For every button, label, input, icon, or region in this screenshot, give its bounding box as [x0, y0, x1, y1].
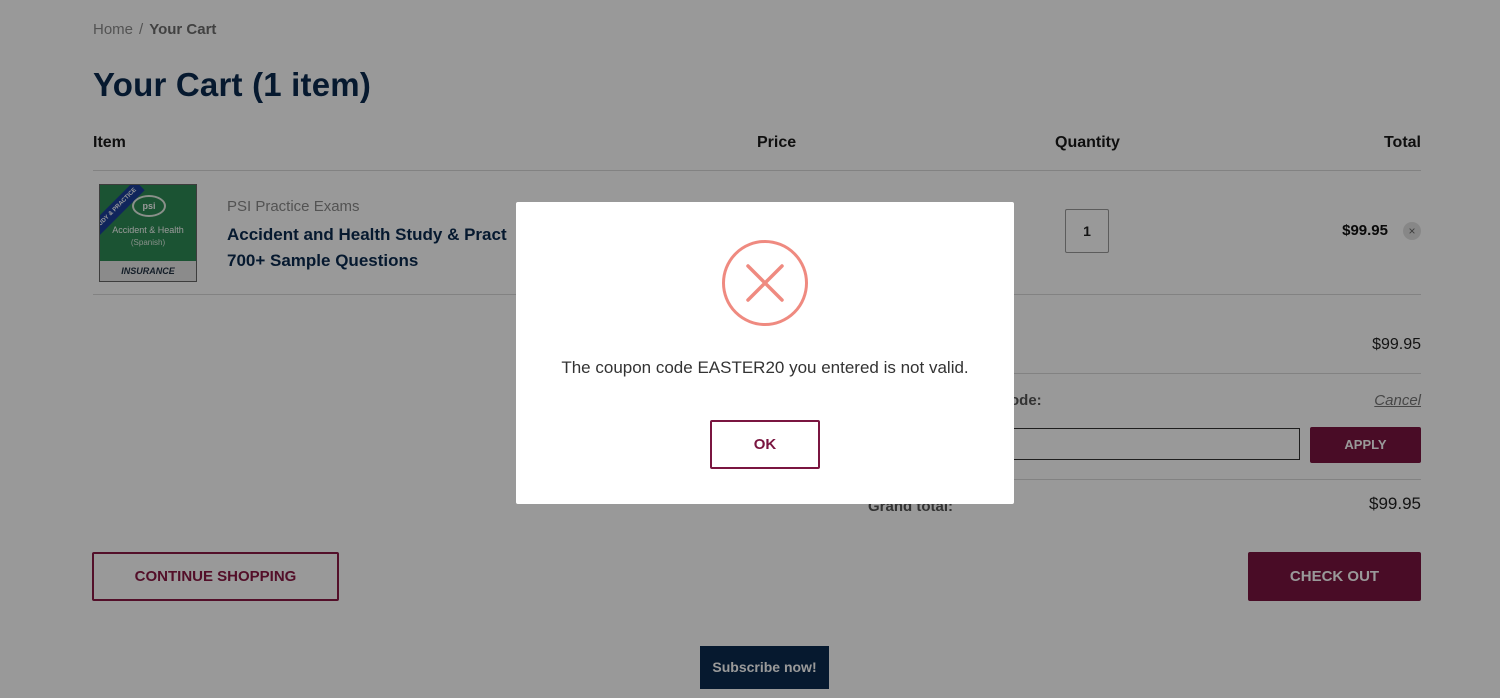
ok-button[interactable]: OK — [710, 420, 820, 469]
error-x-icon — [722, 240, 808, 326]
dialog-message: The coupon code EASTER20 you entered is … — [561, 358, 969, 377]
coupon-error-dialog: The coupon code EASTER20 you entered is … — [516, 202, 1014, 504]
